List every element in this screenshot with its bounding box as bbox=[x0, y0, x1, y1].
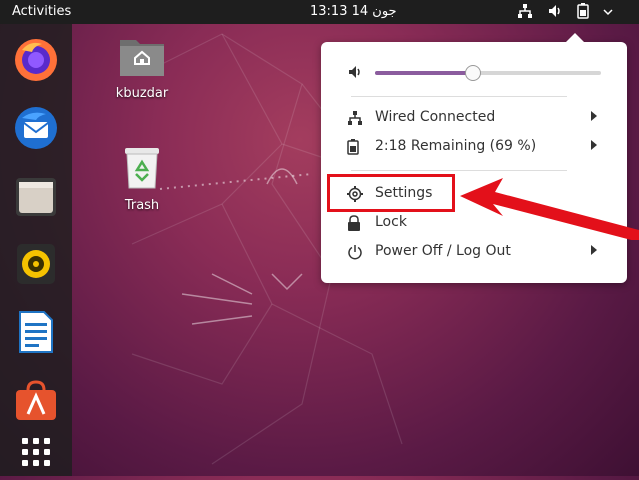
volume-slider-fill bbox=[375, 71, 473, 75]
trash-label: Trash bbox=[124, 198, 160, 213]
software-icon[interactable] bbox=[12, 376, 60, 424]
volume-icon[interactable] bbox=[547, 3, 563, 23]
dock bbox=[0, 24, 72, 476]
network-icon[interactable] bbox=[517, 3, 533, 23]
separator bbox=[351, 96, 567, 97]
settings-highlight-box bbox=[327, 174, 455, 212]
red-arrow-icon bbox=[460, 178, 639, 240]
system-tray[interactable] bbox=[517, 3, 613, 23]
rhythmbox-icon[interactable] bbox=[12, 240, 60, 288]
firefox-icon[interactable] bbox=[12, 36, 60, 84]
power-off-label: Power Off / Log Out bbox=[375, 243, 511, 259]
folder-icon bbox=[120, 40, 164, 76]
system-menu: Wired Connected 2:18 Remaining (69 %) Se… bbox=[321, 33, 627, 283]
volume-slider[interactable] bbox=[375, 65, 601, 81]
chevron-right-icon bbox=[591, 111, 597, 121]
wired-connected-item[interactable]: Wired Connected bbox=[321, 105, 627, 131]
battery-label: 2:18 Remaining (69 %) bbox=[375, 138, 537, 154]
battery-item[interactable]: 2:18 Remaining (69 %) bbox=[321, 134, 627, 160]
trash-icon bbox=[125, 148, 159, 189]
writer-icon[interactable] bbox=[12, 308, 60, 356]
chevron-down-icon[interactable] bbox=[603, 6, 613, 21]
lock-icon bbox=[347, 215, 363, 231]
chevron-right-icon bbox=[591, 245, 597, 255]
lock-label: Lock bbox=[375, 214, 407, 230]
battery-icon bbox=[347, 139, 363, 155]
network-icon bbox=[347, 110, 363, 126]
activities-button[interactable]: Activities bbox=[12, 4, 71, 19]
clock[interactable]: 13:13 14 جون bbox=[310, 4, 397, 19]
thunderbird-icon[interactable] bbox=[12, 104, 60, 152]
top-bar: Activities 13:13 14 جون bbox=[0, 0, 639, 24]
volume-icon bbox=[347, 64, 363, 80]
home-folder[interactable]: kbuzdar bbox=[108, 34, 176, 101]
power-off-item[interactable]: Power Off / Log Out bbox=[321, 239, 627, 265]
wired-connected-label: Wired Connected bbox=[375, 109, 496, 125]
power-icon bbox=[347, 244, 363, 260]
apps-grid-icon[interactable] bbox=[12, 432, 60, 480]
chevron-right-icon bbox=[591, 140, 597, 150]
trash[interactable]: Trash bbox=[112, 146, 172, 213]
home-folder-label: kbuzdar bbox=[115, 86, 169, 101]
files-icon[interactable] bbox=[12, 172, 60, 220]
battery-icon[interactable] bbox=[577, 3, 589, 23]
